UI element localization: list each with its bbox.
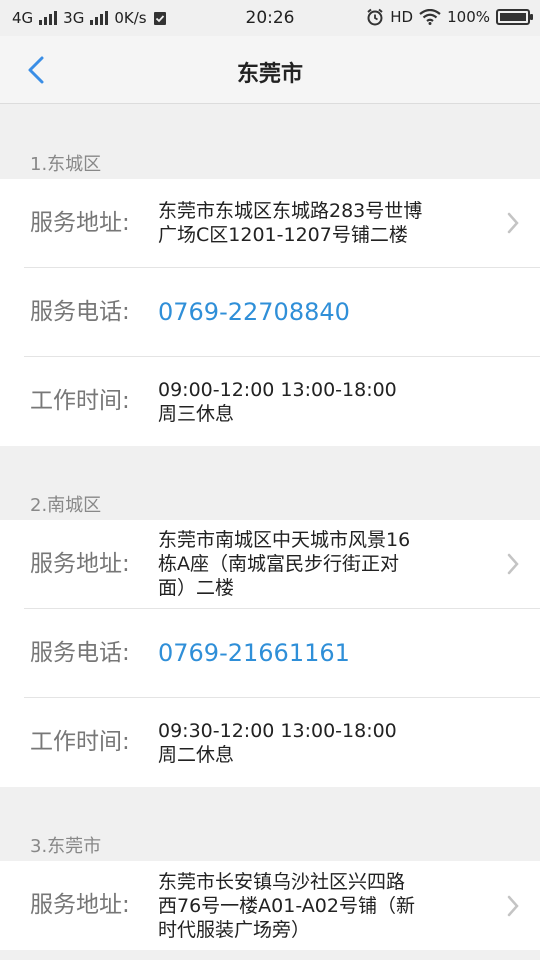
status-right: HD 100%	[366, 8, 533, 26]
address-line: 时代服装广场旁）	[158, 918, 311, 941]
section-heading: 2.南城区	[30, 495, 102, 516]
page-title: 东莞市	[236, 62, 303, 87]
hours-line: 周二休息	[158, 743, 235, 766]
battery-percent: 100%	[447, 8, 490, 26]
alarm-icon	[367, 8, 383, 26]
hours-line: 周三休息	[158, 402, 235, 425]
chevron-right-icon	[507, 212, 519, 234]
address-value: 东莞市长安镇乌沙社区兴四路 西76号一楼A01-A02号铺（新 时代服装广场旁）	[158, 870, 458, 942]
chevron-right-icon	[507, 895, 519, 916]
address-line: 面）二楼	[158, 577, 235, 599]
hd-label: HD	[390, 8, 414, 26]
address-line: 广场C区1201-1207号铺二楼	[158, 224, 408, 246]
address-value: 东莞市南城区中天城市风景16 栋A座（南城富民步行街正对 面）二楼	[158, 528, 458, 600]
phone-row: 服务电话: 0769-21661161	[24, 609, 540, 698]
service-card: 服务地址: 东莞市东城区东城路283号世博 广场C区1201-1207号铺二楼 …	[0, 179, 540, 446]
hours-line: 09:30-12:00 13:00-18:00	[158, 719, 397, 742]
hours-value: 09:00-12:00 13:00-18:00 周三休息	[158, 378, 458, 426]
hours-line: 09:00-12:00 13:00-18:00	[158, 378, 397, 401]
address-row[interactable]: 服务地址: 东莞市东城区东城路283号世博 广场C区1201-1207号铺二楼	[24, 179, 540, 268]
section-heading: 1.东城区	[30, 154, 102, 175]
hours-label: 工作时间:	[30, 729, 130, 755]
chevron-right-icon	[507, 553, 519, 575]
wifi-icon	[419, 9, 441, 25]
status-bar: 4G 3G 0K/s 20:26 HD 100%	[0, 0, 540, 36]
address-value: 东莞市东城区东城路283号世博 广场C区1201-1207号铺二楼	[158, 199, 458, 247]
address-line: 西76号一楼A01-A02号铺（新	[158, 894, 415, 917]
hours-value: 09:30-12:00 13:00-18:00 周二休息	[158, 719, 458, 767]
address-line: 东莞市东城区东城路283号世博	[158, 200, 423, 222]
address-line: 东莞市南城区中天城市风景16	[158, 529, 411, 551]
address-label: 服务地址:	[30, 892, 130, 918]
battery-icon	[496, 9, 533, 25]
address-row[interactable]: 服务地址: 东莞市长安镇乌沙社区兴四路 西76号一楼A01-A02号铺（新 时代…	[24, 861, 540, 950]
phone-label: 服务电话:	[30, 299, 130, 325]
hours-label: 工作时间:	[30, 388, 130, 414]
phone-row: 服务电话: 0769-22708840	[24, 268, 540, 357]
service-card: 服务地址: 东莞市长安镇乌沙社区兴四路 西76号一楼A01-A02号铺（新 时代…	[0, 861, 540, 950]
phone-link[interactable]: 0769-22708840	[158, 297, 458, 327]
address-line: 栋A座（南城富民步行街正对	[158, 553, 399, 575]
section-heading: 3.东莞市	[30, 836, 102, 857]
phone-link[interactable]: 0769-21661161	[158, 638, 458, 668]
phone-label: 服务电话:	[30, 640, 130, 666]
address-label: 服务地址:	[30, 551, 130, 577]
address-label: 服务地址:	[30, 210, 130, 236]
service-card: 服务地址: 东莞市南城区中天城市风景16 栋A座（南城富民步行街正对 面）二楼 …	[0, 520, 540, 787]
nav-bar: 东莞市	[0, 36, 540, 104]
hours-row: 工作时间: 09:30-12:00 13:00-18:00 周二休息	[24, 698, 540, 787]
address-line: 东莞市长安镇乌沙社区兴四路	[158, 870, 406, 893]
address-row[interactable]: 服务地址: 东莞市南城区中天城市风景16 栋A座（南城富民步行街正对 面）二楼	[24, 520, 540, 609]
hours-row: 工作时间: 09:00-12:00 13:00-18:00 周三休息	[24, 357, 540, 446]
